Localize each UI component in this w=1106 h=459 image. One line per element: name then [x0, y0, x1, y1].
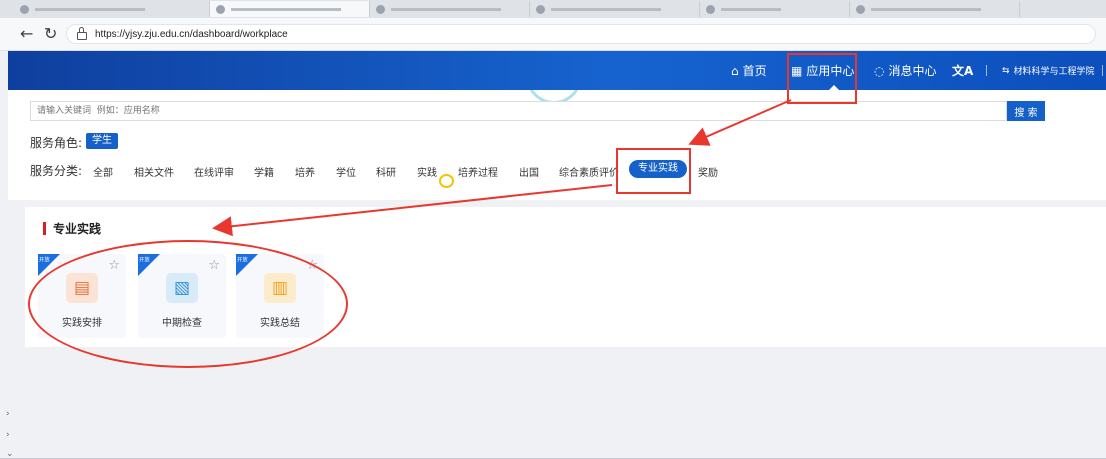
translate-icon: 文A [952, 64, 974, 78]
browser-tab[interactable] [14, 1, 210, 17]
home-icon: ⌂ [731, 63, 739, 78]
translate-button[interactable]: 文A [952, 51, 973, 90]
browser-tab[interactable] [370, 1, 530, 17]
tab-title-placeholder [871, 7, 981, 11]
nav-message-center[interactable]: ◌ 消息中心 [874, 51, 937, 90]
browser-tab[interactable] [700, 1, 850, 17]
reload-icon[interactable]: ↻ [44, 24, 57, 43]
category-quality-evaluation[interactable]: 综合素质评价 [559, 164, 619, 179]
annotation-ellipse-apps [28, 240, 348, 368]
role-label: 服务角色: [30, 136, 83, 150]
back-arrow-icon[interactable]: ← [20, 24, 33, 43]
favicon-icon [216, 4, 225, 14]
favicon-icon [536, 4, 545, 14]
category-cultivation[interactable]: 培养 [295, 164, 315, 179]
category-student-status[interactable]: 学籍 [254, 164, 274, 179]
category-research[interactable]: 科研 [376, 164, 396, 179]
category-label: 服务分类: [30, 164, 83, 178]
search-input[interactable] [30, 101, 1007, 121]
category-award[interactable]: 奖励 [698, 164, 718, 179]
filter-panel: 搜 索 服务角色: 学生 服务分类: 全部 相关文件 在线评审 学籍 培养 学位… [8, 90, 1106, 200]
header-divider [986, 65, 987, 76]
chevron-right-icon[interactable]: › [6, 409, 10, 419]
switch-icon: ⇆ [1002, 65, 1010, 76]
url-text: https://yjsy.zju.edu.cn/dashboard/workpl… [95, 28, 288, 40]
category-practice[interactable]: 实践 [417, 164, 437, 179]
app-header: ⌂ 首页 ▦ 应用中心 ◌ 消息中心 文A ⇆ 材料科学与工程学院 [8, 51, 1106, 90]
category-degree[interactable]: 学位 [336, 164, 356, 179]
college-switch[interactable]: ⇆ 材料科学与工程学院 [1002, 51, 1095, 90]
browser-address-bar: ← ↻ https://yjsy.zju.edu.cn/dashboard/wo… [0, 18, 1106, 51]
role-tag-student[interactable]: 学生 [86, 133, 118, 149]
category-abroad[interactable]: 出国 [519, 164, 539, 179]
nav-message-center-label: 消息中心 [888, 64, 937, 78]
browser-tab-active[interactable] [210, 1, 370, 17]
open-badge-label: 开放 [39, 256, 50, 264]
browser-tab[interactable] [850, 1, 1020, 17]
nav-home-label: 首页 [742, 64, 767, 78]
college-name: 材料科学与工程学院 [1013, 67, 1095, 77]
category-cultivation-process[interactable]: 培养过程 [458, 164, 498, 179]
tab-title-placeholder [391, 7, 501, 11]
chevron-right-icon[interactable]: › [6, 430, 10, 440]
annotation-box-app-center [787, 53, 857, 104]
tab-title-placeholder [721, 7, 781, 11]
favicon-icon [856, 4, 865, 14]
favicon-icon [20, 4, 29, 14]
category-online-review[interactable]: 在线评审 [194, 164, 234, 179]
browser-tab[interactable] [530, 1, 700, 17]
favicon-icon [376, 4, 385, 14]
tab-title-placeholder [35, 7, 145, 11]
message-icon: ◌ [874, 63, 885, 78]
tab-title-placeholder [231, 7, 341, 11]
lock-icon [77, 27, 87, 40]
category-all[interactable]: 全部 [93, 164, 113, 179]
url-field[interactable]: https://yjsy.zju.edu.cn/dashboard/workpl… [66, 24, 1096, 44]
search-button[interactable]: 搜 索 [1007, 101, 1045, 121]
browser-tab-strip [0, 0, 1106, 18]
section-title: 专业实践 [53, 222, 102, 236]
cursor-highlight [439, 174, 454, 188]
section-marker [43, 222, 46, 235]
tab-title-placeholder [551, 7, 661, 11]
annotation-box-category [616, 148, 691, 194]
header-divider [1102, 65, 1103, 76]
nav-home[interactable]: ⌂ 首页 [731, 51, 767, 90]
category-documents[interactable]: 相关文件 [134, 164, 174, 179]
favicon-icon [706, 4, 715, 14]
